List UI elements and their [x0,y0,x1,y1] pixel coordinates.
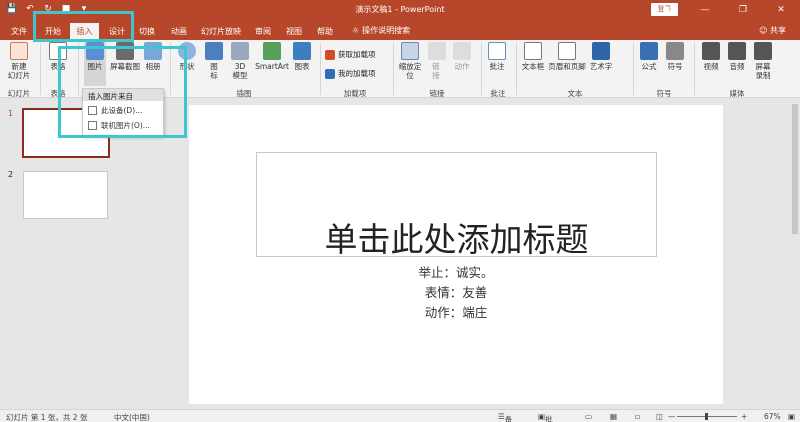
group-label-addins: 加载项 [343,89,367,98]
my-addins-button[interactable]: 我的加载项 [325,68,376,79]
symbol-button[interactable]: 符号 [664,42,686,71]
textbox-icon [524,42,542,60]
person-icon: ☺ [759,26,768,35]
smartart-icon [263,42,281,60]
get-addins-button[interactable]: 获取加载项 [325,49,376,60]
group-label-symbols: 符号 [656,89,672,98]
store-icon [325,49,335,60]
group-label-comments: 批注 [490,89,506,98]
fit-to-window-icon[interactable]: ▣ [788,412,795,421]
normal-view-icon[interactable]: ▭ [585,412,592,421]
notes-toggle[interactable]: ☰ 备注 [498,412,512,422]
video-button[interactable]: 视频 [700,42,722,71]
tab-transitions[interactable]: 切换 [135,23,159,40]
star-icon [453,42,471,60]
comment-icon [488,42,506,60]
wordart-button[interactable]: 艺术字 [588,42,614,71]
language-indicator[interactable]: 中文(中国) [114,412,150,422]
slide-counter: 幻灯片 第 1 张，共 2 张 [6,413,88,422]
group-label-media: 媒体 [729,89,745,98]
separator [393,43,394,95]
separator [633,43,634,95]
tab-slideshow[interactable]: 幻灯片放映 [199,23,243,40]
zoom-button[interactable]: 缩放定 位 [397,42,423,80]
zoom-out-icon[interactable]: — [668,412,676,421]
separator [694,43,695,95]
icons-button[interactable]: 图 标 [204,42,224,80]
omega-icon [666,42,684,60]
body-line-1[interactable]: 举止：诚实。 [189,262,723,281]
video-icon [702,42,720,60]
zoom-level[interactable]: 67% [764,412,781,421]
header-footer-icon [558,42,576,60]
chart-icon [293,42,311,60]
tell-me-search[interactable]: ☼ 操作说明搜索 [352,25,410,36]
group-label-text: 文本 [567,89,583,98]
slideshow-view-icon[interactable]: ◫ [656,412,663,421]
audio-button[interactable]: 音频 [726,42,748,71]
tab-file[interactable]: 文件 [8,23,30,40]
body-line-3[interactable]: 动作：端庄 [189,302,723,321]
3d-models-button[interactable]: 3D 模型 [228,42,252,80]
reading-view-icon[interactable]: ▫ [635,412,640,421]
group-label-illustrations: 插图 [236,89,252,98]
cube-icon [231,42,249,60]
separator [481,43,482,95]
restore-icon[interactable]: ❐ [724,0,762,19]
zoom-icon [401,42,419,60]
equation-button[interactable]: 公式 [638,42,660,71]
title-placeholder[interactable]: 单击此处添加标题 [256,152,657,259]
vertical-scrollbar[interactable] [790,98,800,409]
slide-number: 1 [8,109,14,118]
tab-animations[interactable]: 动画 [167,23,191,40]
textbox-button[interactable]: 文本框 [520,42,546,71]
link-icon [428,42,446,60]
addins-icon [325,68,335,79]
body-line-2[interactable]: 表情：友善 [189,282,723,301]
slide-thumbnail-2[interactable] [23,171,108,219]
share-button[interactable]: ☺ 共享 [759,25,786,36]
zoom-slider-handle[interactable] [705,413,708,420]
slide-canvas[interactable]: 单击此处添加标题 举止：诚实。 表情：友善 动作：端庄 [189,105,723,404]
header-footer-button[interactable]: 页眉和页脚 [547,42,587,71]
speaker-icon [728,42,746,60]
screen-record-icon [754,42,772,60]
tabs-highlight-box [33,11,134,42]
action-button[interactable]: 动作 [451,42,473,71]
pi-icon [640,42,658,60]
status-bar: 幻灯片 第 1 张，共 2 张 中文(中国) ☰ 备注 ▣ 批注 ▭ ▦ ▫ ◫… [0,409,800,422]
minimize-icon[interactable]: — [686,0,724,19]
tab-help[interactable]: 帮助 [314,23,336,40]
slide-thumbnails-pane: 1 2 [0,98,115,409]
group-label-links: 链接 [429,89,445,98]
slide-sorter-icon[interactable]: ▦ [610,412,617,421]
new-slide-icon [10,42,28,60]
lightbulb-icon: ☼ [352,26,360,35]
comments-toggle[interactable]: ▣ 批注 [538,412,553,422]
link-button[interactable]: 链 接 [428,42,446,80]
wordart-icon [592,42,610,60]
smartart-button[interactable]: SmartArt [254,42,290,71]
screen-recording-button[interactable]: 屏幕 录制 [752,42,774,80]
slide-number: 2 [8,170,14,179]
chart-button[interactable]: 图表 [291,42,313,71]
separator [516,43,517,95]
separator [40,43,41,95]
close-icon[interactable]: ✕ [762,0,800,19]
comment-button[interactable]: 批注 [486,42,508,71]
window-controls: ▣ — ❐ ✕ [648,0,800,19]
slide-title[interactable]: 单击此处添加标题 [257,213,656,261]
icons-icon [205,42,223,60]
zoom-in-icon[interactable]: + [741,412,747,421]
scrollbar-thumb[interactable] [792,104,798,234]
tab-view[interactable]: 视图 [283,23,305,40]
picture-highlight-box [58,46,187,138]
tab-review[interactable]: 审阅 [252,23,274,40]
ribbon-display-icon[interactable]: ▣ [648,0,686,19]
new-slide-button[interactable]: 新建 幻灯片 [6,42,32,80]
separator [320,43,321,95]
